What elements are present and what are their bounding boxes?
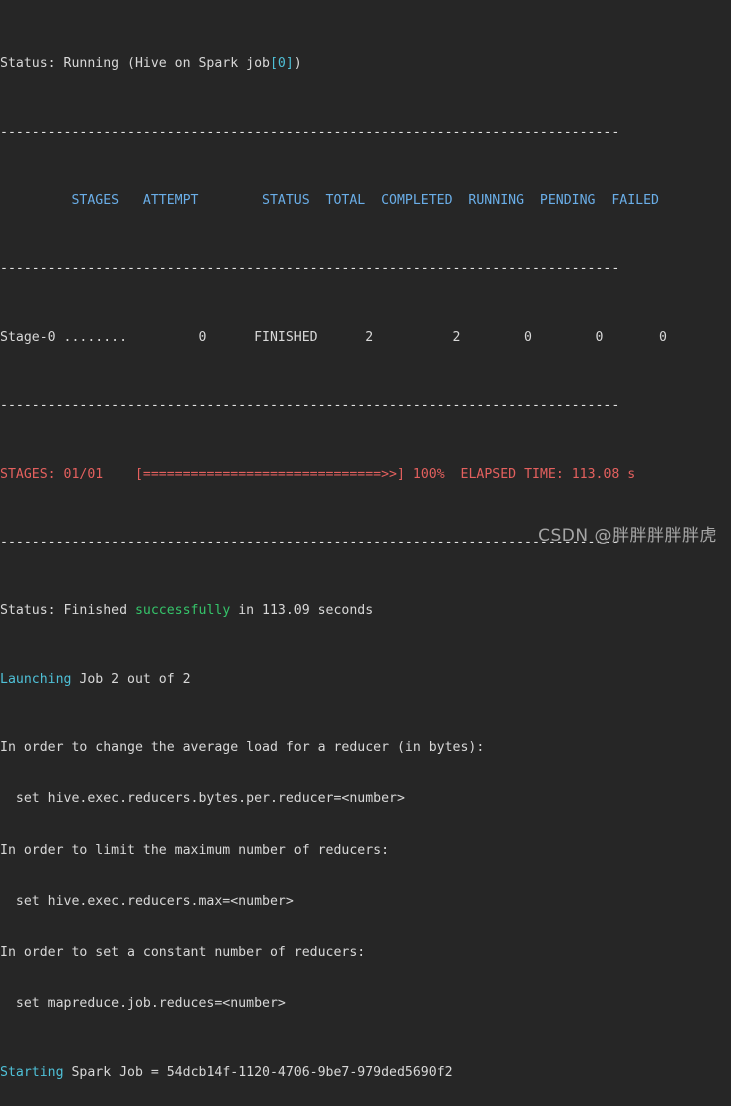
launching-keyword: Launching <box>0 671 72 687</box>
status-finished-0-prefix: Status: Finished <box>0 603 135 619</box>
stage-table-header-0: STAGES ATTEMPT STATUS TOTAL COMPLETED RU… <box>0 193 659 209</box>
terminal-output[interactable]: Status: Running (Hive on Spark job[0]) -… <box>0 4 731 1106</box>
status-running-job0-suffix: ) <box>293 56 302 72</box>
separator-line: ----------------------------------------… <box>0 261 620 277</box>
status-running-job0-index: [0] <box>269 56 294 72</box>
elapsed-time-0: ELAPSED TIME: 113.08 s <box>460 466 636 482</box>
stages-label-0: STAGES: 01/01 <box>0 466 104 482</box>
progress-percent-0: 100% <box>412 466 445 482</box>
constant-reducers-hint-line: In order to set a constant number of red… <box>0 945 366 961</box>
status-finished-0-suffix: in 113.09 seconds <box>230 603 374 619</box>
starting-spark-job-line: Starting Spark Job = 54dcb14f-1120-4706-… <box>0 1064 731 1081</box>
status-finished-0-line: Status: Finished successfully in 113.09 … <box>0 602 731 619</box>
avg-load-hint-line: In order to change the average load for … <box>0 740 485 756</box>
starting-keyword: Starting <box>0 1064 64 1080</box>
separator-line: ----------------------------------------… <box>0 124 620 140</box>
csdn-watermark: CSDN @胖胖胖胖胖虎 <box>538 525 717 546</box>
progress-line-0: STAGES: 01/01 [=========================… <box>0 466 731 483</box>
status-finished-0-word: successfully <box>134 603 231 619</box>
starting-spark-job-rest: Spark Job = 54dcb14f-1120-4706-9be7-979d… <box>63 1064 453 1080</box>
avg-load-set-line: set hive.exec.reducers.bytes.per.reducer… <box>0 791 405 807</box>
progress-bar-0: [==============================>>] <box>134 466 405 482</box>
limit-reducers-set-line: set hive.exec.reducers.max=<number> <box>0 893 294 909</box>
launching-rest: Job 2 out of 2 <box>71 671 191 687</box>
status-running-job0-prefix: Status: Running (Hive on Spark job <box>0 56 270 72</box>
limit-reducers-hint-line: In order to limit the maximum number of … <box>0 842 390 858</box>
launching-job-line: Launching Job 2 out of 2 <box>0 671 731 688</box>
constant-reducers-set-line: set mapreduce.job.reduces=<number> <box>0 996 286 1012</box>
status-running-job0-line: Status: Running (Hive on Spark job[0]) <box>0 55 731 72</box>
stage-row-0: Stage-0 ........ 0 FINISHED 2 2 0 0 0 <box>0 329 667 345</box>
separator-line: ----------------------------------------… <box>0 398 620 414</box>
